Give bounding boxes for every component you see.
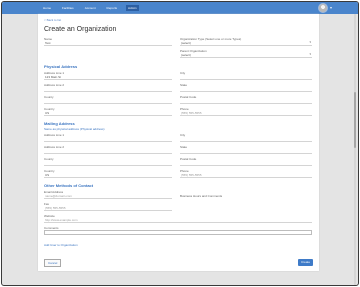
chevron-down-icon: ▾: [309, 52, 311, 56]
form-card: < Back to list Create an Organization Na…: [38, 14, 319, 271]
physical-postal-input[interactable]: [180, 99, 312, 104]
breadcrumb[interactable]: < Back to list: [44, 18, 61, 22]
name-input[interactable]: Test: [44, 41, 172, 46]
organization-type-value: (select): [181, 41, 191, 45]
physical-county-input[interactable]: [44, 99, 172, 104]
mailing-address-heading: Mailing Address: [44, 121, 75, 126]
mailing-phone-placeholder: (555) 555-5555: [181, 173, 202, 177]
contact-methods-heading: Other Methods of Contact: [44, 183, 94, 188]
nav-item-admin[interactable]: Admin: [126, 5, 139, 11]
mailing-county-input[interactable]: [44, 161, 172, 166]
mailing-postal-input[interactable]: [180, 161, 312, 166]
mailing-address2-input[interactable]: [44, 149, 172, 154]
website-placeholder: http://www.example.com: [45, 218, 78, 222]
comments-textarea[interactable]: [44, 230, 312, 235]
page-title: Create an Organization: [44, 26, 117, 33]
add-user-link[interactable]: Add User to Organization: [44, 243, 78, 247]
physical-city-input[interactable]: [180, 75, 312, 80]
scrollbar-thumb[interactable]: [354, 92, 356, 148]
organization-type-select[interactable]: (select) ▾: [180, 40, 312, 46]
physical-phone-input[interactable]: (555) 555-5555: [180, 111, 312, 116]
create-button[interactable]: Create: [297, 259, 313, 266]
browser-frame: Home Facilities Account Reports Admin ▾ …: [1, 1, 359, 286]
physical-country-input[interactable]: US: [44, 111, 172, 116]
same-as-physical-checkbox[interactable]: Same as physical address (Physical addre…: [44, 127, 105, 131]
page-scrollbar[interactable]: [354, 14, 356, 285]
cancel-button[interactable]: Cancel: [44, 259, 62, 267]
mailing-city-input[interactable]: [180, 137, 312, 142]
fax-input[interactable]: (555) 555-5555: [44, 206, 172, 211]
physical-address-heading: Physical Address: [44, 64, 78, 69]
nav-item-facilities[interactable]: Facilities: [60, 5, 76, 11]
parent-organization-value: (select): [181, 53, 191, 57]
physical-phone-placeholder: (555) 555-5555: [181, 111, 202, 115]
physical-address1-input[interactable]: 123 Main St: [44, 75, 172, 80]
main-nav: Home Facilities Account Reports Admin: [41, 5, 139, 11]
mailing-country-value: US: [45, 173, 50, 177]
nav-item-reports[interactable]: Reports: [105, 5, 120, 11]
physical-address1-value: 123 Main St: [45, 75, 62, 79]
parent-organization-select[interactable]: (select) ▾: [180, 52, 312, 58]
user-menu[interactable]: ▾: [317, 3, 332, 13]
email-input[interactable]: name@domain.com: [44, 194, 172, 199]
website-input[interactable]: http://www.example.com: [44, 218, 312, 223]
fax-placeholder: (555) 555-5555: [45, 206, 66, 210]
physical-state-input[interactable]: [180, 87, 312, 92]
name-value: Test: [45, 41, 51, 45]
nav-item-home[interactable]: Home: [41, 5, 53, 11]
mailing-state-input[interactable]: [180, 149, 312, 154]
business-hours-label: Business Hours and Comments: [180, 194, 223, 198]
chevron-down-icon[interactable]: ▾: [330, 3, 332, 13]
avatar[interactable]: [317, 3, 328, 13]
physical-address2-input[interactable]: [44, 87, 172, 92]
email-placeholder: name@domain.com: [45, 194, 72, 198]
physical-country-value: US: [45, 111, 50, 115]
mailing-country-input[interactable]: US: [44, 173, 172, 178]
top-navigation-bar: Home Facilities Account Reports Admin ▾: [2, 2, 358, 14]
nav-item-account[interactable]: Account: [83, 5, 98, 11]
mailing-phone-input[interactable]: (555) 555-5555: [180, 173, 312, 178]
mailing-address1-input[interactable]: [44, 137, 172, 142]
chevron-down-icon: ▾: [309, 40, 311, 44]
